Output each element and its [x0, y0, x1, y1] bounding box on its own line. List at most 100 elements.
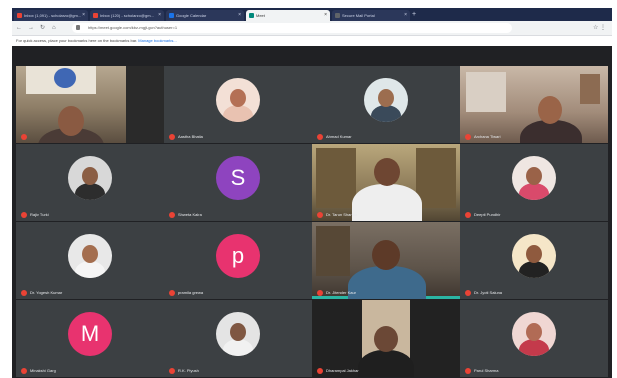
meet-favicon-icon: [249, 13, 254, 19]
participant-tile[interactable]: Deepti Pundhir: [460, 144, 608, 221]
close-tab-icon[interactable]: ×: [82, 10, 85, 21]
url-text: https://meet.google.com/kbz-mgjt-gcn?aut…: [88, 25, 178, 30]
avatar: S: [216, 155, 260, 200]
close-tab-icon[interactable]: ×: [158, 10, 161, 21]
participant-name-label: Ahmad Kumar: [317, 133, 352, 140]
muted-mic-icon: [317, 211, 323, 218]
tab-label: Inbox (1,091) - scholarzo@gm...: [24, 13, 82, 18]
participant-name: Minakshi Garg: [30, 368, 56, 373]
participant-name-label: Rajiv Turki: [21, 211, 49, 218]
gmail-favicon-icon: [93, 13, 98, 19]
muted-mic-icon: [21, 211, 27, 218]
participant-tile[interactable]: R.K. Piyush: [164, 300, 312, 377]
avatar: [512, 311, 556, 356]
toolbar-actions: ☆ ⋮: [593, 24, 606, 32]
participant-name: pramila grewa: [178, 290, 204, 295]
participant-tile[interactable]: Dr. Jitender Kaur: [312, 222, 460, 299]
participant-name-label: Dr. Tarun Sharma: [317, 211, 357, 218]
meet-stage: Aastha Bhatia Ahmad Kumar Archana Tiwari Ra…: [12, 46, 612, 378]
participant-name-label: Minakshi Garg: [21, 367, 56, 374]
participant-name-label: R.K. Piyush: [169, 367, 199, 374]
participant-name: Deepti Pundhir: [474, 212, 501, 217]
participant-name: Dharampal Jakhar: [326, 368, 359, 373]
video-feed: [312, 222, 460, 299]
avatar: [216, 77, 260, 122]
tab-bar: Inbox (1,091) - scholarzo@gm... × Inbox (…: [12, 8, 612, 21]
muted-mic-icon: [317, 289, 323, 296]
participant-name: Parul Sharma: [474, 368, 499, 373]
avatar: [68, 155, 112, 200]
participant-name: Archana Tiwari: [474, 134, 501, 139]
avatar: [364, 77, 408, 122]
participant-name: Ahmad Kumar: [326, 134, 352, 139]
muted-mic-icon: [21, 289, 27, 296]
tab-label: Secure Mail Portal: [342, 13, 375, 18]
video-feed: [312, 300, 460, 377]
video-feed: [460, 66, 608, 143]
participant-name-label: Deepti Pundhir: [465, 211, 500, 218]
muted-mic-icon: [317, 133, 323, 140]
participant-tile[interactable]: p pramila grewa: [164, 222, 312, 299]
reload-icon[interactable]: ↻: [40, 24, 45, 32]
tab-secure-mail[interactable]: Secure Mail Portal ×: [332, 10, 410, 21]
participant-tile[interactable]: Parul Sharma: [460, 300, 608, 377]
browser-window: Inbox (1,091) - scholarzo@gm... × Inbox (…: [12, 8, 612, 378]
participant-tile[interactable]: Archana Tiwari: [460, 66, 608, 143]
participant-name-label: pramila grewa: [169, 289, 203, 296]
participant-name-label: Aastha Bhatia: [169, 133, 203, 140]
muted-mic-icon: [317, 367, 323, 374]
tab-calendar[interactable]: Google Calendar ×: [166, 10, 244, 21]
close-tab-icon[interactable]: ×: [404, 10, 407, 21]
participant-tile[interactable]: Aastha Bhatia: [164, 66, 312, 143]
tab-meet[interactable]: Meet ×: [246, 10, 330, 21]
muted-mic-icon: [465, 133, 471, 140]
manage-bookmarks-link[interactable]: Manage bookmarks...: [138, 38, 176, 43]
participant-name: R.K. Piyush: [178, 368, 199, 373]
gmail-favicon-icon: [17, 13, 22, 19]
participant-name-label: Parul Sharma: [465, 367, 498, 374]
avatar: [512, 155, 556, 200]
forward-icon[interactable]: →: [28, 24, 34, 32]
participant-name: Dr. Jitender Kaur: [326, 290, 357, 295]
muted-mic-icon: [21, 133, 27, 140]
close-tab-icon[interactable]: ×: [238, 10, 241, 21]
video-feed: [312, 144, 460, 221]
menu-icon[interactable]: ⋮: [600, 25, 606, 31]
participant-tile[interactable]: Dharampal Jakhar: [312, 300, 460, 377]
participant-name-label: Dharampal Jakhar: [317, 367, 359, 374]
muted-mic-icon: [169, 133, 175, 140]
muted-mic-icon: [169, 289, 175, 296]
participant-name: Aastha Bhatia: [178, 134, 203, 139]
participant-name-label: Archana Tiwari: [465, 133, 500, 140]
browser-toolbar: ← → ↻ ⌂ https://meet.google.com/kbz-mgjt…: [12, 21, 612, 36]
participant-tile[interactable]: Rajiv Turki: [16, 144, 164, 221]
participant-tile[interactable]: M Minakshi Garg: [16, 300, 164, 377]
avatar: [216, 311, 260, 356]
participant-tile[interactable]: Dr. Yogesh Kumar: [16, 222, 164, 299]
avatar: [68, 233, 112, 278]
close-tab-icon[interactable]: ×: [324, 10, 327, 21]
participant-grid: Aastha Bhatia Ahmad Kumar Archana Tiwari Ra…: [14, 64, 610, 378]
back-icon[interactable]: ←: [16, 24, 22, 32]
participant-name: Dr. Tarun Sharma: [326, 212, 358, 217]
tab-inbox-2[interactable]: Inbox (120) - scholarzo@gm... ×: [90, 10, 164, 21]
participant-tile[interactable]: [16, 66, 164, 143]
tab-label: Meet: [256, 13, 265, 18]
participant-name-label: Dr. Yogesh Kumar: [21, 289, 62, 296]
participant-name: Rajiv Turki: [30, 212, 49, 217]
address-bar[interactable]: https://meet.google.com/kbz-mgjt-gcn?aut…: [72, 23, 512, 33]
participant-tile[interactable]: Dr. Tarun Sharma: [312, 144, 460, 221]
muted-mic-icon: [21, 367, 27, 374]
new-tab-button[interactable]: +: [412, 10, 416, 20]
tab-inbox-1[interactable]: Inbox (1,091) - scholarzo@gm... ×: [14, 10, 88, 21]
participant-name-label: Dr. Jitender Kaur: [317, 289, 356, 296]
muted-mic-icon: [465, 367, 471, 374]
avatar: p: [216, 233, 260, 278]
participant-name: Dr. Yogesh Kumar: [30, 290, 63, 295]
participant-tile[interactable]: Dr. Jyoti Saluna: [460, 222, 608, 299]
home-icon[interactable]: ⌂: [52, 24, 56, 32]
participant-tile[interactable]: Ahmad Kumar: [312, 66, 460, 143]
participant-tile[interactable]: S Shweta Kalra: [164, 144, 312, 221]
avatar: M: [68, 311, 112, 356]
star-icon[interactable]: ☆: [593, 25, 598, 31]
